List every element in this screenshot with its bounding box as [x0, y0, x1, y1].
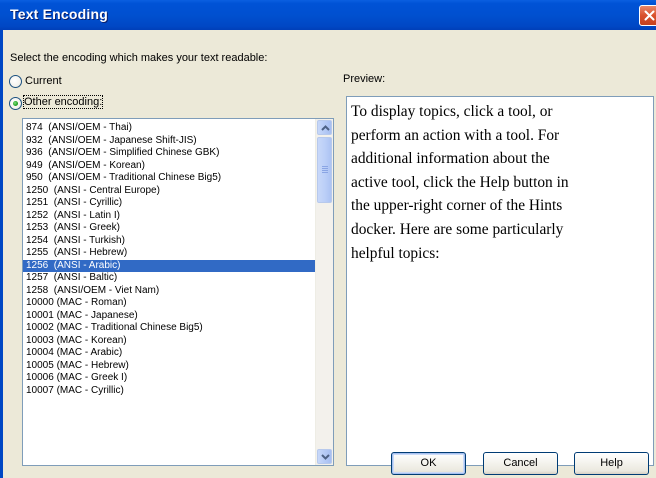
- encoding-list-item[interactable]: 1257 (ANSI - Baltic): [23, 272, 315, 285]
- preview-line: active tool, click the Help button in: [351, 173, 569, 191]
- encoding-list-item[interactable]: 1258 (ANSI/OEM - Viet Nam): [23, 285, 315, 298]
- encoding-list-item[interactable]: 10003 (MAC - Korean): [23, 335, 315, 348]
- text-encoding-dialog: Text Encoding Select the encoding which …: [0, 0, 656, 478]
- close-icon: [644, 10, 655, 21]
- chevron-down-icon: [321, 454, 330, 460]
- encoding-list-item[interactable]: 1250 (ANSI - Central Europe): [23, 185, 315, 198]
- preview-line: To display topics, click a tool, or: [351, 103, 553, 120]
- encoding-list-item[interactable]: 949 (ANSI/OEM - Korean): [23, 160, 315, 173]
- scroll-down-button[interactable]: [317, 449, 332, 464]
- encoding-list-item[interactable]: 1256 (ANSI - Arabic): [23, 259, 315, 272]
- preview-line: perform an action with a tool. For: [351, 126, 560, 144]
- ok-button[interactable]: OK: [391, 452, 466, 475]
- instruction-text: Select the encoding which makes your tex…: [10, 52, 268, 64]
- cancel-button[interactable]: Cancel: [483, 452, 558, 475]
- encoding-list-item[interactable]: 1255 (ANSI - Hebrew): [23, 247, 315, 260]
- radio-selected-dot: [13, 101, 18, 106]
- encoding-list-item[interactable]: 10001 (MAC - Japanese): [23, 310, 315, 323]
- encoding-list-item[interactable]: 932 (ANSI/OEM - Japanese Shift-JIS): [23, 135, 315, 148]
- title-bar[interactable]: Text Encoding: [0, 0, 656, 30]
- encoding-list-item[interactable]: 936 (ANSI/OEM - Simplified Chinese GBK): [23, 147, 315, 160]
- other-encoding-radio[interactable]: [9, 97, 22, 110]
- encoding-list-item[interactable]: 10005 (MAC - Hebrew): [23, 360, 315, 373]
- chevron-up-icon: [321, 125, 330, 131]
- current-radio[interactable]: [9, 75, 22, 88]
- encoding-list-item[interactable]: 1253 (ANSI - Greek): [23, 222, 315, 235]
- encoding-list-item[interactable]: 10004 (MAC - Arabic): [23, 347, 315, 360]
- preview-line: helpful topics:: [351, 244, 440, 262]
- scroll-up-button[interactable]: [317, 120, 332, 135]
- thumb-grip-line: [322, 172, 328, 173]
- encoding-list-item[interactable]: 950 (ANSI/OEM - Traditional Chinese Big5…: [23, 172, 315, 185]
- encoding-list-item[interactable]: 874 (ANSI/OEM - Thai): [23, 122, 315, 135]
- thumb-grip-line: [322, 170, 328, 171]
- encoding-list-item[interactable]: 10007 (MAC - Cyrillic): [23, 385, 315, 398]
- preview-pane[interactable]: To display topics, click a tool, or perfo…: [346, 96, 654, 466]
- scroll-thumb[interactable]: [317, 137, 332, 203]
- encoding-listbox[interactable]: 874 (ANSI/OEM - Thai) 932 (ANSI/OEM - Jap…: [22, 118, 334, 466]
- preview-line: the upper-right corner of the Hints: [351, 197, 563, 215]
- window-title: Text Encoding: [10, 6, 109, 22]
- dialog-body: Select the encoding which makes your tex…: [3, 30, 656, 478]
- encoding-list-item[interactable]: 1254 (ANSI - Turkish): [23, 235, 315, 248]
- vertical-scrollbar[interactable]: [315, 119, 333, 465]
- encoding-list-item[interactable]: 10000 (MAC - Roman): [23, 297, 315, 310]
- current-radio-label[interactable]: Current: [25, 75, 62, 87]
- preview-label: Preview:: [343, 73, 386, 85]
- encoding-list-item[interactable]: 10006 (MAC - Greek I): [23, 372, 315, 385]
- other-encoding-radio-label[interactable]: Other encoding:: [22, 95, 104, 109]
- preview-text: To display topics, click a tool, or perfo…: [351, 100, 651, 265]
- thumb-grip-line: [322, 166, 328, 167]
- encoding-list-item[interactable]: 1251 (ANSI - Cyrillic): [23, 197, 315, 210]
- help-button[interactable]: Help: [574, 452, 649, 475]
- close-button[interactable]: [639, 5, 656, 26]
- preview-line: docker. Here are some particularly: [351, 220, 564, 238]
- encoding-list-item[interactable]: 1252 (ANSI - Latin I): [23, 210, 315, 223]
- encoding-list-item[interactable]: 10002 (MAC - Traditional Chinese Big5): [23, 322, 315, 335]
- preview-line: additional information about the: [351, 150, 550, 168]
- encoding-list: 874 (ANSI/OEM - Thai) 932 (ANSI/OEM - Jap…: [23, 122, 315, 397]
- thumb-grip-line: [322, 168, 328, 169]
